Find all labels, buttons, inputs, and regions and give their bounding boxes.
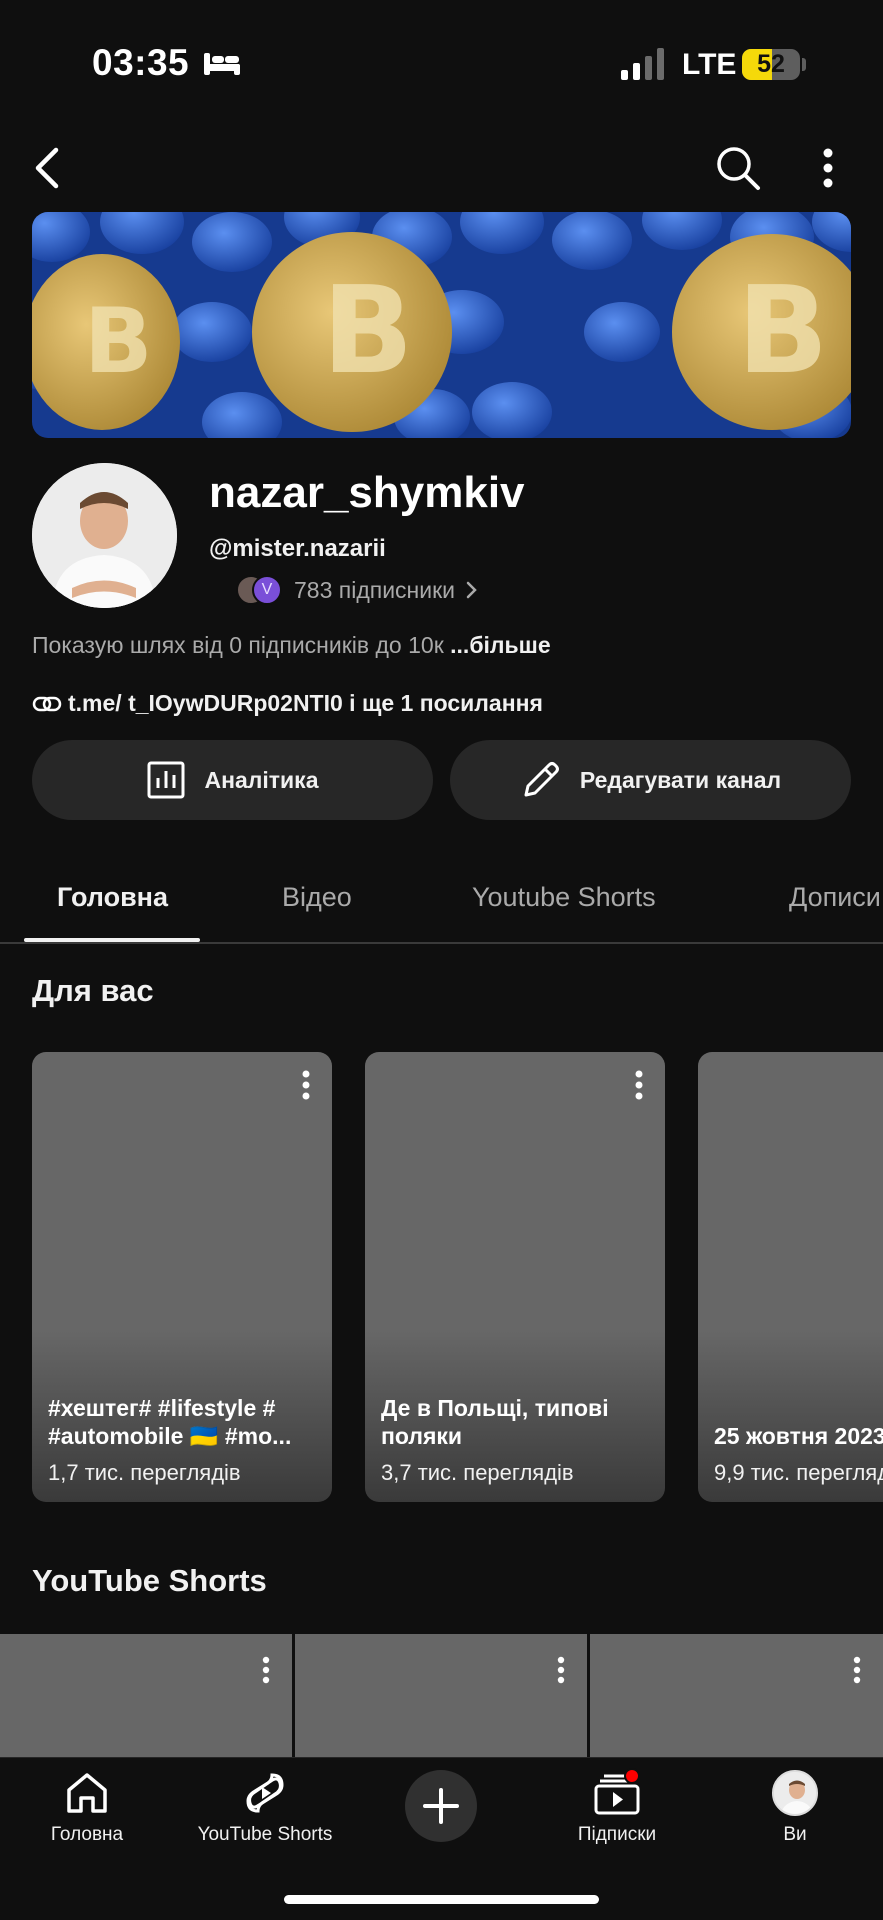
short-card[interactable]: #хештег# #lifestyle # #automobile 🇺🇦 #mo… bbox=[32, 1052, 332, 1502]
svg-text:B: B bbox=[322, 262, 413, 401]
subscriber-avatar: V bbox=[252, 575, 282, 605]
svg-text:B: B bbox=[737, 262, 828, 401]
more-link[interactable]: ...більше bbox=[450, 632, 550, 658]
channel-handle: @mister.nazarii bbox=[209, 535, 386, 562]
svg-text:B: B bbox=[84, 289, 153, 394]
link-icon bbox=[32, 696, 62, 711]
battery-indicator: 52 bbox=[742, 49, 800, 80]
nav-you[interactable]: Ви bbox=[710, 1768, 880, 1868]
network-type: LTE bbox=[682, 48, 737, 81]
short-card[interactable]: 25 жовтня 2023 9,9 тис. переглядів bbox=[698, 1052, 883, 1502]
channel-avatar[interactable] bbox=[32, 463, 177, 608]
nav-home-label: Головна bbox=[50, 1824, 124, 1845]
more-options-button[interactable] bbox=[808, 138, 848, 198]
edit-channel-button[interactable]: Редагувати канал bbox=[450, 740, 851, 820]
channel-name: nazar_shymkiv bbox=[209, 468, 525, 517]
tab-videos[interactable]: Відео bbox=[282, 860, 352, 944]
subscribers-row[interactable]: V 783 підписники bbox=[236, 572, 479, 608]
you-avatar-icon bbox=[770, 1768, 820, 1818]
short-tile[interactable] bbox=[590, 1634, 883, 1758]
card-views: 3,7 тис. переглядів bbox=[381, 1460, 574, 1485]
nav-subscriptions-label: Підписки bbox=[577, 1824, 657, 1845]
card-views: 1,7 тис. переглядів bbox=[48, 1460, 241, 1485]
card-title: #хештег# #lifestyle # #automobile 🇺🇦 #mo… bbox=[48, 1395, 292, 1449]
subscriptions-icon bbox=[592, 1768, 642, 1818]
status-bar: 03:35 LTE 52 bbox=[0, 0, 883, 130]
more-vertical-icon bbox=[823, 148, 833, 188]
more-vertical-icon[interactable] bbox=[294, 1070, 318, 1100]
channel-banner: B B B bbox=[32, 212, 851, 438]
tab-posts[interactable]: Дописи bbox=[789, 860, 881, 944]
avatar-image bbox=[32, 463, 177, 608]
tab-home[interactable]: Головна bbox=[57, 860, 168, 944]
home-icon bbox=[62, 1768, 112, 1818]
create-button[interactable] bbox=[405, 1770, 477, 1842]
subscriber-avatars: V bbox=[236, 573, 286, 607]
edit-channel-label: Редагувати канал bbox=[579, 766, 782, 793]
more-vertical-icon[interactable] bbox=[256, 1656, 276, 1684]
more-vertical-icon[interactable] bbox=[847, 1656, 867, 1684]
card-title: 25 жовтня 2023 bbox=[714, 1423, 883, 1449]
shorts-icon bbox=[240, 1768, 290, 1818]
search-button[interactable] bbox=[708, 138, 768, 198]
analytics-icon bbox=[147, 761, 185, 799]
short-card[interactable]: Де в Польщі, типові поляки 3,7 тис. пере… bbox=[365, 1052, 665, 1502]
back-button[interactable] bbox=[22, 138, 72, 198]
active-tab-indicator bbox=[24, 938, 200, 942]
links-text: t.me/ t_IOywDURp02NTI0 і ще 1 посилання bbox=[68, 690, 543, 716]
cellular-signal-icon bbox=[621, 48, 664, 80]
description-text: Показую шлях від 0 підписників до 10к bbox=[32, 632, 444, 658]
battery-level: 52 bbox=[757, 50, 785, 78]
search-icon bbox=[717, 147, 760, 190]
for-you-carousel: #хештег# #lifestyle # #automobile 🇺🇦 #mo… bbox=[0, 1052, 883, 1504]
analytics-label: Аналітика bbox=[204, 766, 319, 793]
channel-links[interactable]: t.me/ t_IOywDURp02NTI0 і ще 1 посилання bbox=[32, 690, 543, 717]
for-you-title: Для вас bbox=[32, 973, 154, 1008]
shorts-grid bbox=[0, 1634, 883, 1758]
nav-you-label: Ви bbox=[783, 1824, 807, 1845]
channel-description[interactable]: Показую шлях від 0 підписників до 10к ..… bbox=[32, 632, 551, 659]
short-tile[interactable] bbox=[295, 1634, 587, 1758]
nav-shorts-label: YouTube Shorts bbox=[197, 1824, 333, 1845]
battery-tip bbox=[802, 58, 806, 71]
nav-shorts[interactable]: YouTube Shorts bbox=[180, 1768, 350, 1868]
status-time: 03:35 bbox=[92, 42, 190, 83]
chevron-left-icon bbox=[35, 147, 59, 189]
home-indicator bbox=[284, 1895, 599, 1904]
tab-shorts[interactable]: Youtube Shorts bbox=[472, 860, 656, 944]
bed-icon bbox=[204, 53, 240, 75]
more-vertical-icon[interactable] bbox=[551, 1656, 571, 1684]
card-title: Де в Польщі, типові поляки bbox=[381, 1395, 609, 1449]
nav-home[interactable]: Головна bbox=[2, 1768, 172, 1868]
short-tile[interactable] bbox=[0, 1634, 292, 1758]
chevron-right-icon bbox=[466, 581, 477, 599]
analytics-button[interactable]: Аналітика bbox=[32, 740, 433, 820]
channel-tabs: Головна Відео Youtube Shorts Дописи bbox=[0, 860, 883, 944]
nav-subscriptions[interactable]: Підписки bbox=[532, 1768, 702, 1868]
shorts-section-title: YouTube Shorts bbox=[32, 1563, 267, 1598]
create-plus-icon bbox=[423, 1788, 459, 1824]
pencil-icon bbox=[524, 762, 559, 797]
card-views: 9,9 тис. переглядів bbox=[714, 1460, 883, 1485]
subscriber-count: 783 підписники bbox=[294, 576, 456, 603]
banner-image: B B B bbox=[32, 212, 851, 438]
avatar bbox=[772, 1770, 818, 1816]
more-vertical-icon[interactable] bbox=[627, 1070, 651, 1100]
notification-dot bbox=[624, 1768, 640, 1784]
